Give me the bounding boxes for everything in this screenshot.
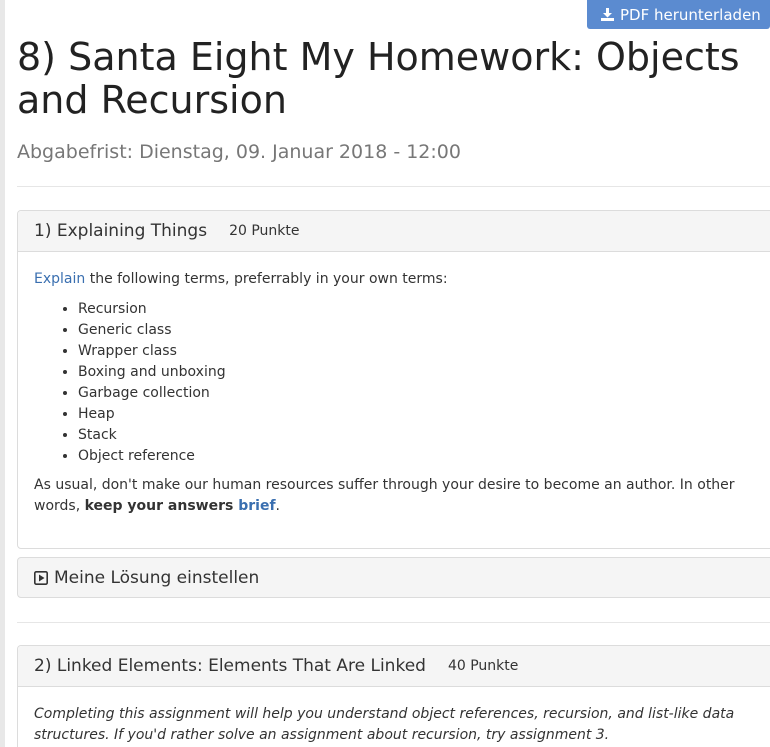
brief-link[interactable]: brief [238,498,275,514]
task-1-outro: As usual, don't make our human resources… [34,475,760,517]
outro-end: . [275,498,280,514]
page: PDF herunterladen 8) Santa Eight My Home… [0,0,770,747]
task-panel-1-heading: 1) Explaining Things 20 Punkte [18,211,770,252]
divider [17,622,770,623]
task-2-body: Completing this assignment will help you… [18,687,770,746]
divider [17,186,770,187]
play-square-icon [34,570,48,585]
left-edge-divider [0,0,5,747]
submit-solution-toggle[interactable]: Meine Lösung einstellen [17,557,770,598]
task-panel-2-heading: 2) Linked Elements: Elements That Are Li… [18,646,770,687]
outro-bold-span: keep your answers [84,498,239,514]
list-item: Object reference [78,446,760,467]
task-1-intro-text: the following terms, preferrably in your… [85,271,448,287]
submit-solution-label: Meine Lösung einstellen [54,567,260,588]
list-item: Boxing and unboxing [78,362,760,383]
task-1-body: Explain the following terms, preferrably… [18,252,770,517]
list-item: Wrapper class [78,341,760,362]
task-panel-1: 1) Explaining Things 20 Punkte Explain t… [17,210,770,549]
list-item: Garbage collection [78,383,760,404]
list-item: Generic class [78,320,760,341]
list-item: Stack [78,425,760,446]
task-1-points: 20 Punkte [229,223,300,239]
task-1-intro: Explain the following terms, preferrably… [34,269,760,290]
task-1-title: 1) Explaining Things [34,221,208,241]
deadline-text: Abgabefrist: Dienstag, 09. Januar 2018 -… [17,141,461,163]
explain-link[interactable]: Explain [34,271,85,287]
list-item: Heap [78,404,760,425]
task-2-description: Completing this assignment will help you… [34,706,735,743]
task-2-title: 2) Linked Elements: Elements That Are Li… [34,656,426,676]
assignment-title: 8) Santa Eight My Homework: Objects and … [17,35,740,122]
pdf-download-label: PDF herunterladen [620,5,761,24]
download-icon [601,8,614,21]
outro-bold-text: keep your answers brief [85,498,276,514]
list-item: Recursion [78,299,760,320]
task-2-points: 40 Punkte [447,658,519,674]
terms-list: Recursion Generic class Wrapper class Bo… [34,299,760,467]
pdf-download-button[interactable]: PDF herunterladen [587,0,770,29]
task-panel-2: 2) Linked Elements: Elements That Are Li… [17,645,770,747]
